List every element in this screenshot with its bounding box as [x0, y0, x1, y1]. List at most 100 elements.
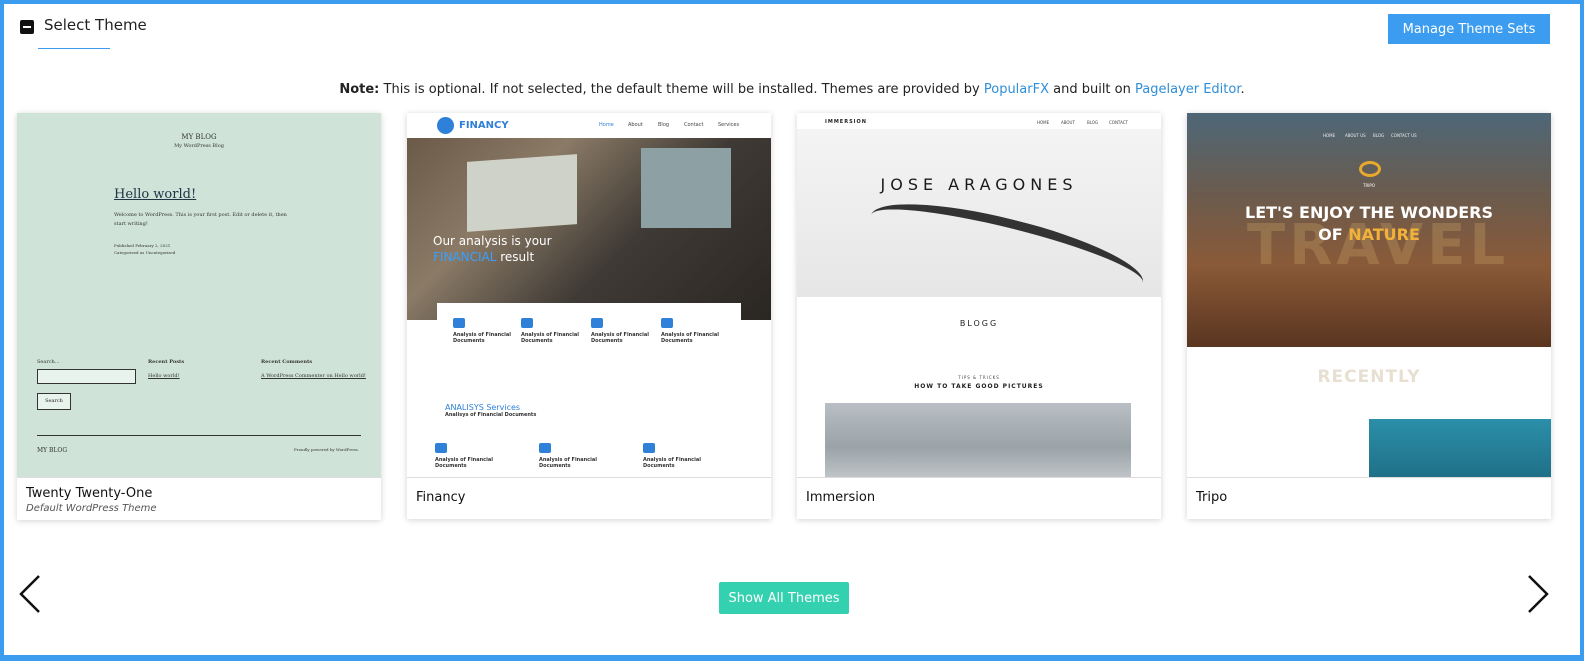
preview-section-title: BLOGG — [959, 319, 999, 328]
theme-preview[interactable]: HOME ABOUT US BLOG CONTACT US TRIPO TRAV… — [1187, 113, 1551, 478]
title-underline — [38, 48, 110, 49]
preview-feature: Analysis of Financial Documents — [661, 318, 721, 346]
feature-title: Analysis of Financial Documents — [521, 332, 579, 344]
preview-logo-text: TRIPO — [1363, 183, 1375, 188]
theme-subtitle: Default WordPress Theme — [26, 503, 157, 514]
preview-nav-home: HOME — [1323, 133, 1336, 138]
preview-nav-blog: Blog — [658, 122, 670, 128]
preview-recent-post: Hello world! — [148, 373, 180, 379]
theme-name: Financy — [416, 490, 466, 505]
chat-icon — [539, 443, 551, 453]
preview-logo: FINANCY — [459, 120, 509, 131]
feature-title: Analysis of Financial Documents — [539, 457, 597, 469]
analysis-heading: ANALISYS Services — [445, 403, 521, 412]
theme-preview[interactable]: IMMERSION HOME ABOUT BLOG CONTACT JOSE A… — [797, 113, 1161, 478]
preview-published: Published February 2, 2021 — [114, 243, 171, 248]
feature-title: Analysis of Financial Documents — [643, 457, 701, 469]
hero-rest: result — [496, 250, 535, 264]
feature-title: Analysis of Financial Documents — [591, 332, 649, 344]
theme-preview[interactable]: FINANCY Home About Blog Contact Services… — [407, 113, 771, 478]
preview-blog-name: MY BLOG — [181, 133, 217, 141]
preview-feature: Analysis of Financial Documents — [539, 443, 619, 471]
theme-preview[interactable]: MY BLOG My WordPress Blog Hello world! W… — [17, 113, 381, 478]
theme-name: Twenty Twenty-One — [26, 486, 153, 501]
theme-card-twenty-twenty-one[interactable]: MY BLOG My WordPress Blog Hello world! W… — [17, 113, 381, 520]
preview-nav-blog: BLOG — [1087, 120, 1099, 125]
preview-footer-powered: Proudly powered by WordPress. — [294, 447, 359, 452]
theme-card-tripo[interactable]: HOME ABOUT US BLOG CONTACT US TRIPO TRAV… — [1187, 113, 1551, 519]
preview-recent-comments: Recent Comments — [261, 359, 313, 365]
preview-feature: Analysis of Financial Documents — [521, 318, 581, 346]
popularfx-link[interactable]: PopularFX — [984, 82, 1049, 97]
preview-blog-tagline: My WordPress Blog — [174, 143, 224, 149]
pie-chart-icon — [643, 443, 655, 453]
preview-categorized: Categorized as Uncategorized — [114, 250, 176, 255]
preview-nav-home: HOME — [1037, 120, 1050, 125]
preview-analysis: ANALISYS Services Analisys of Financial D… — [445, 403, 536, 418]
preview-watermark: TRAVEL — [1247, 213, 1510, 278]
hero-board — [467, 154, 577, 232]
theme-name: Immersion — [806, 490, 876, 505]
preview-hero: HOME ABOUT US BLOG CONTACT US TRIPO TRAV… — [1187, 113, 1551, 347]
next-arrow-icon[interactable] — [1525, 574, 1551, 614]
preview-nav-services: Services — [718, 122, 740, 128]
pagelayer-link[interactable]: Pagelayer Editor — [1135, 82, 1241, 97]
feature-title: Analysis of Financial Documents — [435, 457, 493, 469]
chat-icon — [521, 318, 533, 328]
preview-recent-posts: Recent Posts — [148, 359, 185, 365]
theme-card-immersion[interactable]: IMMERSION HOME ABOUT BLOG CONTACT JOSE A… — [797, 113, 1161, 519]
theme-name: Tripo — [1196, 490, 1228, 505]
section-header[interactable]: Select Theme — [18, 16, 147, 34]
preview-search-button: Search — [37, 393, 71, 410]
preview-post-title: HOW TO TAKE GOOD PICTURES — [914, 383, 1044, 390]
preview-feature: Analysis of Financial Documents — [435, 443, 505, 471]
preview-search-box — [37, 369, 136, 384]
preview-nav-home: Home — [599, 122, 614, 128]
preview-post-body: Welcome to WordPress. This is your first… — [114, 212, 287, 227]
preview-sea-photo — [1369, 419, 1551, 477]
analysis-sub: Analisys of Financial Documents — [445, 412, 537, 418]
hero-window — [641, 148, 731, 228]
preview-feature: Analysis of Financial Documents — [453, 318, 513, 346]
preview-footer-divider — [37, 435, 361, 436]
preview-site-title: IMMERSION — [825, 119, 867, 125]
preview-nav-about: About — [628, 122, 643, 128]
tripo-logo-icon — [1359, 161, 1381, 177]
preview-recent-comment: A WordPress Commenter on Hello world! — [261, 373, 366, 379]
preview-hero-line2: OF NATURE — [1187, 225, 1551, 244]
preview-tips: TIPS & TRICKS — [958, 375, 1000, 380]
note-label: Note: — [339, 82, 380, 97]
trend-icon — [661, 318, 673, 328]
preview-nav-contact: CONTACT — [1109, 120, 1128, 125]
show-all-themes-button[interactable]: Show All Themes — [719, 582, 849, 614]
preview-hero-line2: FINANCIAL result — [433, 250, 534, 264]
theme-card-financy[interactable]: FINANCY Home About Blog Contact Services… — [407, 113, 771, 519]
collapse-icon[interactable] — [20, 20, 34, 34]
preview-hero: Our analysis is your FINANCIAL result — [407, 138, 771, 320]
section-title: Select Theme — [44, 16, 147, 34]
preview-nav-blog: BLOG — [1373, 133, 1385, 138]
preview-hero: JOSE ARAGONES — [797, 129, 1161, 312]
preview-photo — [825, 403, 1131, 477]
logo-icon — [437, 117, 454, 134]
pie-chart-icon — [591, 318, 603, 328]
prev-arrow-icon[interactable] — [17, 574, 43, 614]
preview-nav-about: ABOUT — [1061, 120, 1075, 125]
preview-nav-contact: CONTACT US — [1391, 133, 1417, 138]
feature-title: Analysis of Financial Documents — [453, 332, 511, 344]
note-text-2: and built on — [1049, 82, 1135, 97]
preview-nav-about: ABOUT US — [1345, 133, 1366, 138]
monitor-icon — [435, 443, 447, 453]
optional-note: Note: This is optional. If not selected,… — [4, 82, 1580, 97]
preview-nav-contact: Contact — [684, 122, 704, 128]
preview-hero-line1: Our analysis is your — [433, 234, 552, 248]
preview-recently: RECENTLY — [1317, 367, 1421, 387]
feature-title: Analysis of Financial Documents — [661, 332, 719, 344]
note-text-3: . — [1240, 82, 1245, 97]
preview-hero-name: JOSE ARAGONES — [880, 175, 1078, 194]
preview-search-label: Search... — [37, 359, 60, 365]
preview-post-title: Hello world! — [114, 187, 197, 202]
manage-theme-sets-button[interactable]: Manage Theme Sets — [1388, 14, 1550, 44]
hero-pre: OF — [1318, 225, 1349, 244]
road-graphic — [863, 186, 1151, 312]
